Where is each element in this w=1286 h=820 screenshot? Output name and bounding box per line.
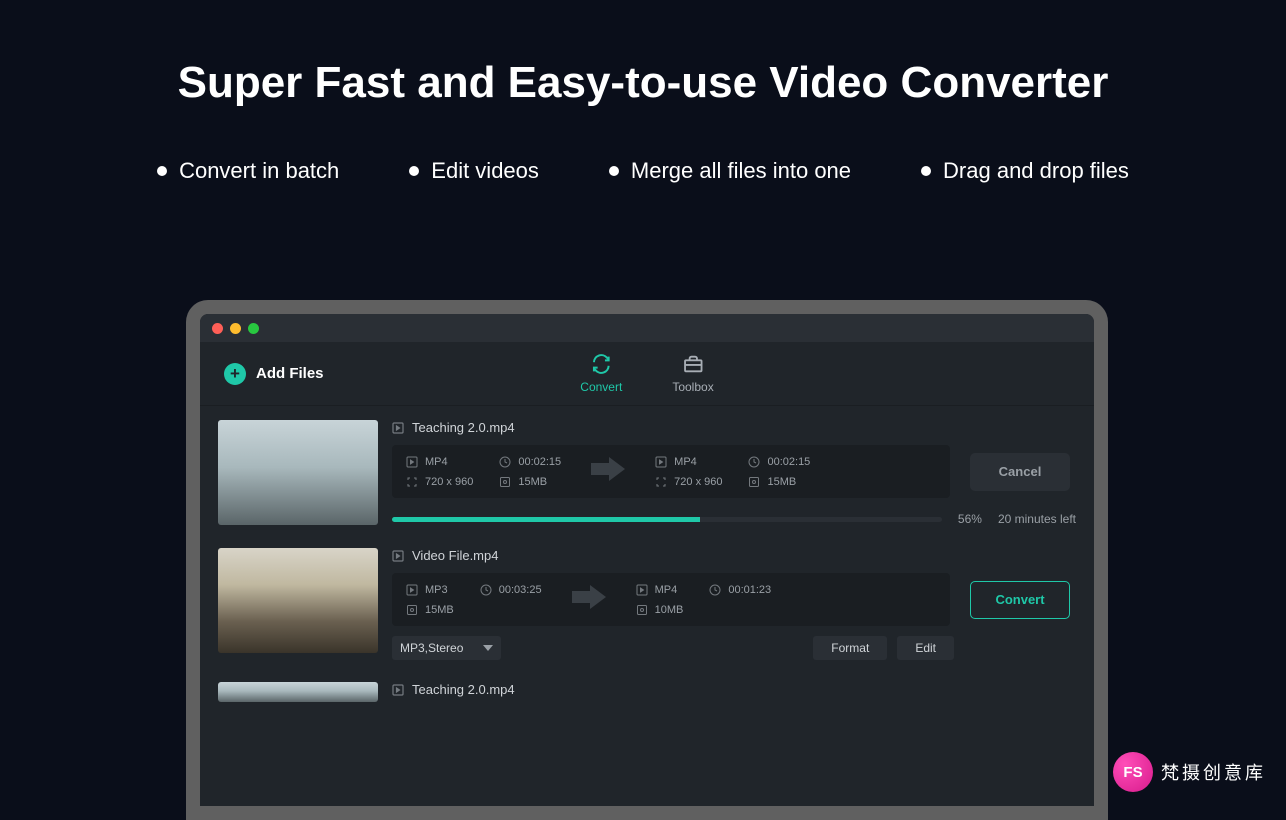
watermark-text: 梵摄创意库: [1161, 759, 1266, 785]
features-list: Convert in batch Edit videos Merge all f…: [0, 158, 1286, 184]
clock-icon: [480, 584, 492, 596]
maximize-window-button[interactable]: [248, 323, 259, 334]
progress-bar: [392, 517, 942, 522]
specs-card: MP3 00:03:25 15MB MP4 00:01:23 10MB: [392, 573, 950, 626]
cancel-button[interactable]: Cancel: [970, 453, 1070, 491]
tabs: Convert Toolbox: [580, 353, 713, 394]
feature-label: Convert in batch: [179, 158, 339, 184]
tab-toolbox-label: Toolbox: [672, 380, 713, 394]
feature-label: Edit videos: [431, 158, 539, 184]
disk-icon: [636, 604, 648, 616]
specs-card: MP4 00:02:15 720 x 960 15MB MP4 00:02:15…: [392, 445, 950, 498]
dropdown-value: MP3,Stereo: [400, 641, 463, 655]
add-files-button[interactable]: + Add Files: [224, 363, 324, 385]
file-row: Video File.mp4 MP3 00:03:25 15MB: [218, 548, 1076, 660]
tab-convert-label: Convert: [580, 380, 622, 394]
progress-percent: 56%: [958, 512, 982, 526]
spec-size: 15MB: [767, 476, 796, 488]
video-thumbnail[interactable]: [218, 420, 378, 525]
progress-eta: 20 minutes left: [998, 512, 1076, 526]
file-name: Video File.mp4: [412, 548, 498, 563]
format-icon: [636, 584, 648, 596]
spec-format: MP4: [425, 456, 448, 468]
file-name-row: Teaching 2.0.mp4: [392, 682, 1076, 697]
watermark-badge: FS: [1113, 752, 1153, 792]
spec-duration: 00:01:23: [728, 584, 771, 596]
format-icon: [655, 456, 667, 468]
file-name-row: Video File.mp4: [392, 548, 1076, 563]
video-thumbnail[interactable]: [218, 682, 378, 702]
spec-format: MP4: [674, 456, 697, 468]
convert-button[interactable]: Convert: [970, 581, 1070, 619]
file-name: Teaching 2.0.mp4: [412, 682, 515, 697]
file-name: Teaching 2.0.mp4: [412, 420, 515, 435]
clock-icon: [709, 584, 721, 596]
disk-icon: [406, 604, 418, 616]
add-files-label: Add Files: [256, 365, 324, 382]
feature-item: Drag and drop files: [921, 158, 1129, 184]
feature-item: Merge all files into one: [609, 158, 851, 184]
spec-resolution: 720 x 960: [674, 476, 722, 488]
resolution-icon: [406, 476, 418, 488]
feature-label: Drag and drop files: [943, 158, 1129, 184]
file-row: Teaching 2.0.mp4: [218, 682, 1076, 707]
format-icon: [406, 584, 418, 596]
resolution-icon: [655, 476, 667, 488]
audio-format-dropdown[interactable]: MP3,Stereo: [392, 636, 501, 660]
watermark: FS 梵摄创意库: [1113, 752, 1266, 792]
plus-icon: +: [224, 363, 246, 385]
close-window-button[interactable]: [212, 323, 223, 334]
spec-duration: 00:02:15: [767, 456, 810, 468]
file-row: Teaching 2.0.mp4 MP4 00:02:15 720 x 960 …: [218, 420, 1076, 526]
spec-format: MP3: [425, 584, 448, 596]
feature-item: Edit videos: [409, 158, 539, 184]
spec-resolution: 720 x 960: [425, 476, 473, 488]
toolbox-icon: [682, 353, 704, 375]
chevron-down-icon: [483, 645, 493, 651]
spec-size: 15MB: [518, 476, 547, 488]
clock-icon: [748, 456, 760, 468]
disk-icon: [499, 476, 511, 488]
spec-duration: 00:02:15: [518, 456, 561, 468]
window-titlebar: [200, 314, 1094, 342]
spec-size: 10MB: [655, 604, 684, 616]
arrow-right-icon: [572, 583, 606, 616]
file-list: Teaching 2.0.mp4 MP4 00:02:15 720 x 960 …: [200, 406, 1094, 707]
feature-item: Convert in batch: [157, 158, 339, 184]
tab-convert[interactable]: Convert: [580, 353, 622, 394]
minimize-window-button[interactable]: [230, 323, 241, 334]
edit-button[interactable]: Edit: [897, 636, 954, 660]
format-icon: [406, 456, 418, 468]
convert-icon: [590, 353, 612, 375]
spec-format: MP4: [655, 584, 678, 596]
disk-icon: [748, 476, 760, 488]
format-button[interactable]: Format: [813, 636, 887, 660]
video-file-icon: [392, 550, 404, 562]
video-file-icon: [392, 684, 404, 696]
progress-row: 56% 20 minutes left: [392, 512, 1076, 526]
clock-icon: [499, 456, 511, 468]
hero-title: Super Fast and Easy-to-use Video Convert…: [0, 0, 1286, 108]
laptop-frame: + Add Files Convert Toolbox: [186, 300, 1108, 820]
file-name-row: Teaching 2.0.mp4: [392, 420, 1076, 435]
spec-size: 15MB: [425, 604, 454, 616]
feature-label: Merge all files into one: [631, 158, 851, 184]
app-window: + Add Files Convert Toolbox: [200, 314, 1094, 806]
spec-duration: 00:03:25: [499, 584, 542, 596]
arrow-right-icon: [591, 455, 625, 488]
toolbar: + Add Files Convert Toolbox: [200, 342, 1094, 406]
video-file-icon: [392, 422, 404, 434]
tab-toolbox[interactable]: Toolbox: [672, 353, 713, 394]
video-thumbnail[interactable]: [218, 548, 378, 653]
